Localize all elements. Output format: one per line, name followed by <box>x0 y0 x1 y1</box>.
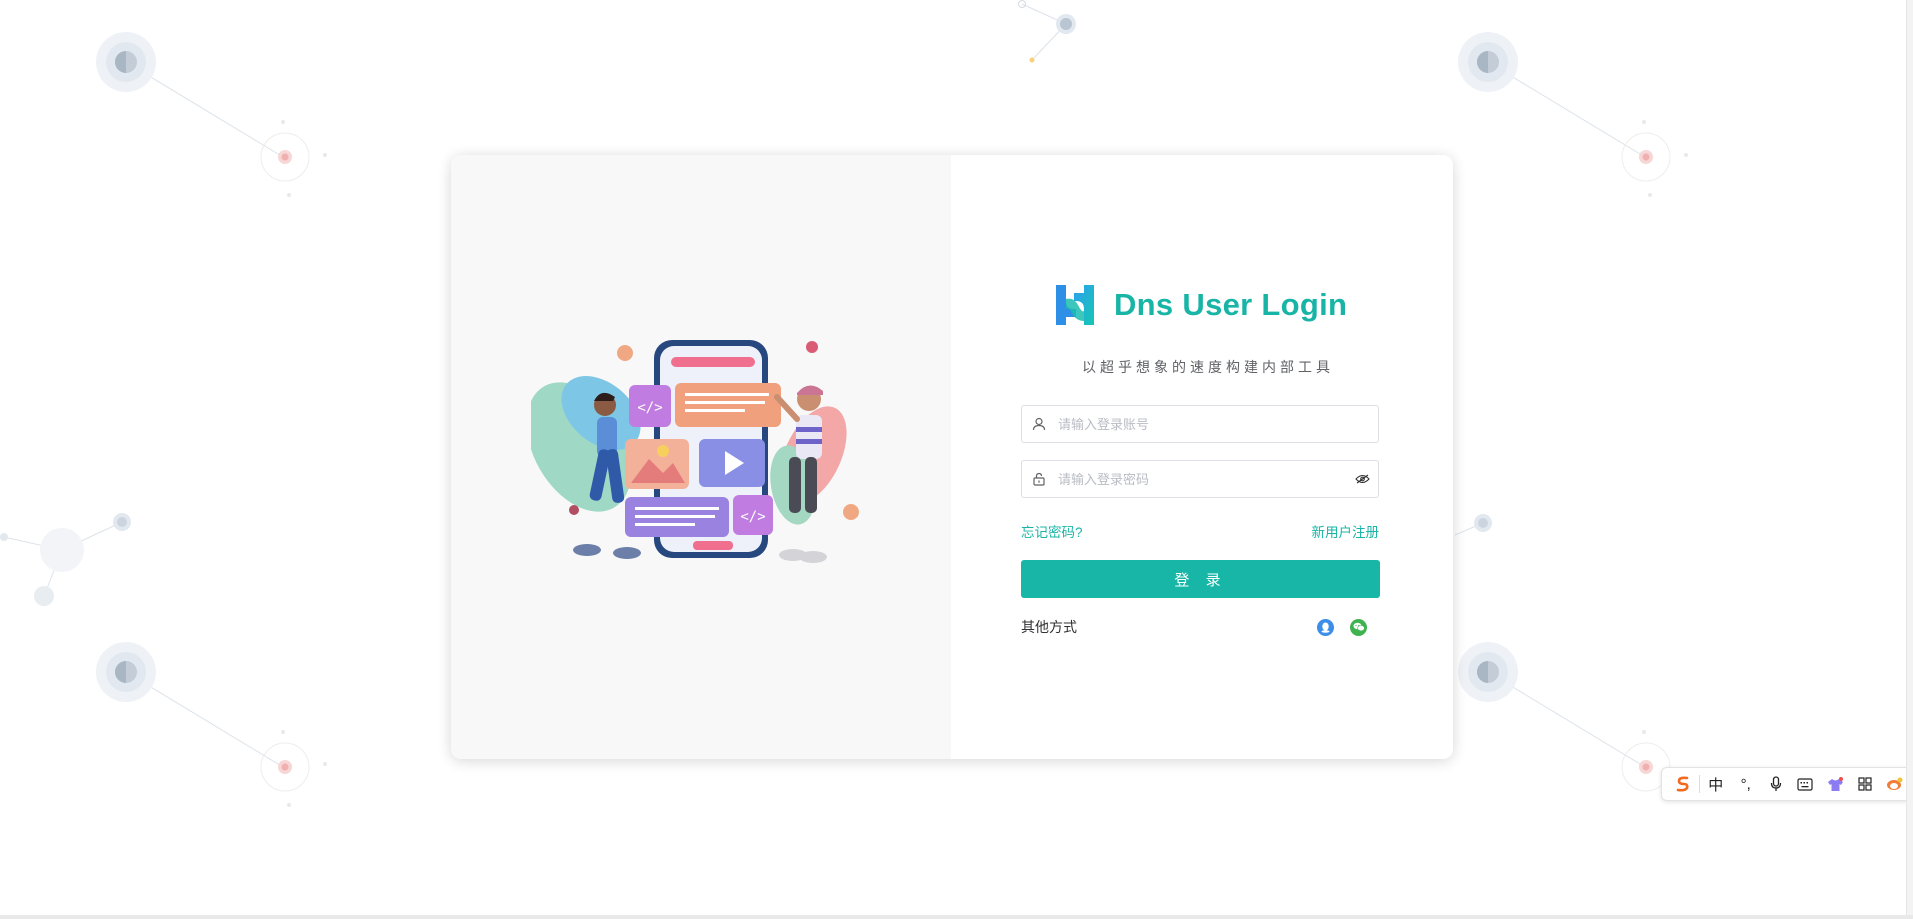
login-card: </> </> Dns User Login 以超乎想象的速度构建内部工具 请输… <box>451 155 1453 759</box>
ime-logo-icon[interactable] <box>1668 769 1698 799</box>
ime-separator <box>1698 775 1700 793</box>
other-login-methods: 其他方式 <box>1021 617 1379 637</box>
brand-title: Dns User Login <box>1114 287 1348 322</box>
login-page: </> </> Dns User Login 以超乎想象的速度构建内部工具 请输… <box>0 0 1913 919</box>
login-subtitle: 以超乎想象的速度构建内部工具 <box>1082 359 1334 375</box>
login-form-panel: Dns User Login 以超乎想象的速度构建内部工具 忘记密码? <box>951 155 1453 759</box>
page-scrollbar[interactable] <box>1906 0 1913 919</box>
brand-logo-icon <box>1056 285 1094 325</box>
app-builders-illustration: </> </> <box>531 340 859 563</box>
username-input[interactable] <box>1056 406 1378 442</box>
login-button[interactable]: 登 录 <box>1021 560 1380 598</box>
illustration-panel: </> </> <box>451 155 951 759</box>
ime-toolbar: 中 °, <box>1661 767 1911 801</box>
user-icon <box>1022 417 1056 431</box>
forgot-password-link[interactable]: 忘记密码? <box>1021 521 1083 541</box>
wechat-icon[interactable] <box>1350 618 1367 636</box>
keyboard-icon[interactable] <box>1791 769 1821 799</box>
ime-punctuation-toggle[interactable]: °, <box>1731 769 1761 799</box>
qq-icon[interactable] <box>1317 618 1334 636</box>
microphone-icon[interactable] <box>1761 769 1791 799</box>
auth-links-row: 忘记密码? 新用户注册 <box>1021 521 1379 541</box>
ime-mode-toggle[interactable]: 中 <box>1701 769 1731 799</box>
other-methods-label: 其他方式 <box>1021 619 1077 635</box>
svg-text:</>: </> <box>740 509 765 525</box>
password-input[interactable] <box>1056 461 1346 497</box>
lock-icon <box>1022 472 1056 486</box>
register-link[interactable]: 新用户注册 <box>1312 521 1380 541</box>
skin-shirt-icon[interactable] <box>1820 769 1850 799</box>
window-bottom-edge <box>0 915 1913 919</box>
eye-toggle-icon[interactable] <box>1346 474 1378 484</box>
brand-header: Dns User Login <box>1054 279 1347 331</box>
password-field[interactable] <box>1021 460 1379 498</box>
svg-text:</>: </> <box>637 400 662 416</box>
username-field[interactable] <box>1021 405 1379 443</box>
toolbox-grid-icon[interactable] <box>1850 769 1880 799</box>
social-login-icons <box>1317 618 1379 636</box>
